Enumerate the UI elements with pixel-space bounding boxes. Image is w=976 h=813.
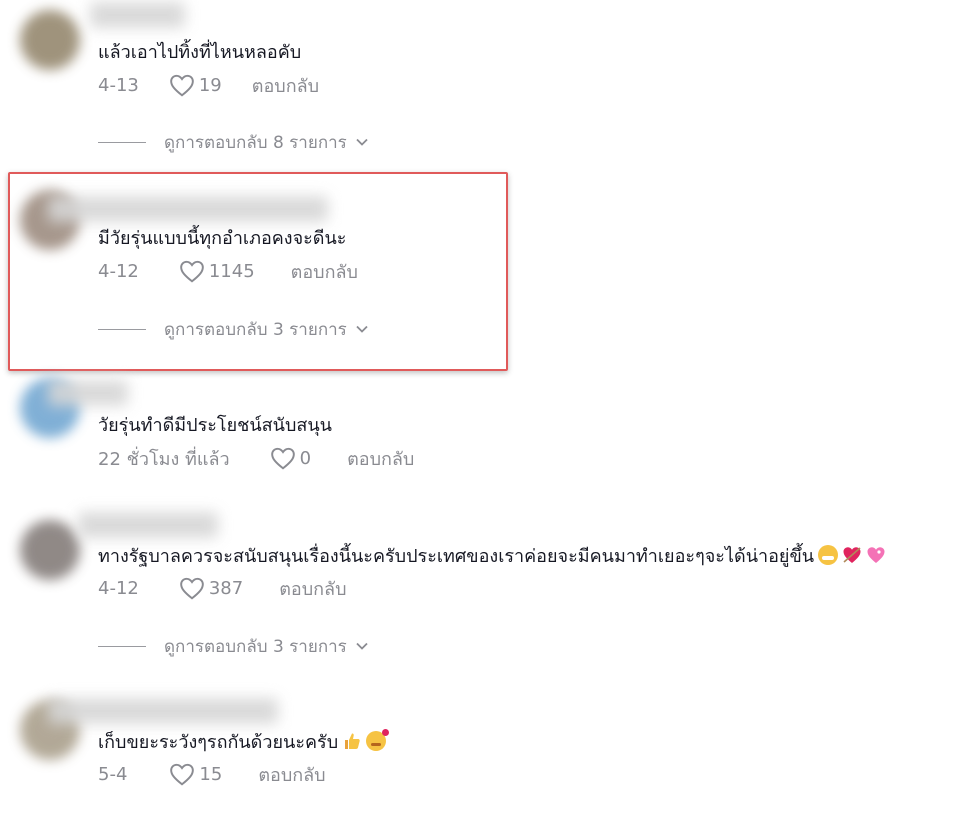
chevron-down-icon <box>356 642 368 650</box>
like-count: 387 <box>208 577 244 599</box>
comment-text-body: เก็บขยะระวังๆรถกันด้วยนะครับ <box>98 732 339 753</box>
divider <box>98 141 146 143</box>
username-redacted[interactable] <box>90 2 185 28</box>
heart-icon <box>170 74 194 97</box>
username-redacted[interactable] <box>78 512 218 538</box>
smiling-hearts-emoji <box>366 729 390 751</box>
highlight-box <box>8 172 508 371</box>
reply-button[interactable]: ตอบกลับ <box>279 574 346 603</box>
like-button[interactable]: 387 <box>179 576 279 600</box>
like-button[interactable]: 19 <box>169 73 252 97</box>
comment-meta: 4-13 19 ตอบกลับ <box>98 72 319 98</box>
comment-text-body: ทางรัฐบาลควรจะสนับสนุนเรื่องนี้นะครับประ… <box>98 546 815 567</box>
sparkle-heart-emoji <box>866 545 886 565</box>
like-count: 15 <box>199 763 223 785</box>
reply-button[interactable]: ตอบกลับ <box>252 71 319 100</box>
view-replies-button[interactable]: ดูการตอบกลับ 8 รายการ <box>98 130 369 154</box>
comment-text: วัยรุ่นทำดีมีประโยชน์สนับสนุน <box>98 415 332 436</box>
comment-meta: 5-4 15 ตอบกลับ <box>98 761 326 787</box>
chevron-down-icon <box>356 138 368 146</box>
username-redacted[interactable] <box>48 698 278 724</box>
comment-meta: 4-12 387 ตอบกลับ <box>98 575 347 601</box>
avatar[interactable] <box>20 10 80 70</box>
like-count: 19 <box>198 74 222 96</box>
reply-button[interactable]: ตอบกลับ <box>347 444 414 473</box>
comment-date: 4-12 <box>98 577 139 599</box>
like-button[interactable]: 15 <box>169 762 258 786</box>
username-redacted[interactable] <box>48 380 128 406</box>
heart-arrow-emoji <box>842 545 862 565</box>
heart-icon <box>180 577 204 600</box>
view-replies-label: ดูการตอบกลับ 8 รายการ <box>164 132 347 153</box>
comment-text: ทางรัฐบาลควรจะสนับสนุนเรื่องนี้นะครับประ… <box>98 545 886 569</box>
view-replies-button[interactable]: ดูการตอบกลับ 3 รายการ <box>98 634 369 658</box>
like-button[interactable]: 0 <box>270 446 347 470</box>
comment-text: แล้วเอาไปทิ้งที่ไหนหลอคับ <box>98 42 302 63</box>
reply-button[interactable]: ตอบกลับ <box>258 760 325 789</box>
avatar[interactable] <box>20 520 80 580</box>
heart-icon <box>170 763 195 786</box>
like-count: 0 <box>299 447 312 469</box>
grin-emoji <box>818 545 839 565</box>
comment-date: 22 ชั่วโมง ที่แล้ว <box>98 448 230 470</box>
view-replies-label: ดูการตอบกลับ 3 รายการ <box>164 636 347 657</box>
comment-date: 5-4 <box>98 763 128 785</box>
thumbs-up-emoji <box>342 731 362 751</box>
comment-date: 4-13 <box>98 74 139 96</box>
comment-text: เก็บขยะระวังๆรถกันด้วยนะครับ <box>98 729 390 755</box>
divider <box>98 645 146 647</box>
heart-icon <box>270 447 295 470</box>
comment-meta: 22 ชั่วโมง ที่แล้ว 0 ตอบกลับ <box>98 445 414 471</box>
